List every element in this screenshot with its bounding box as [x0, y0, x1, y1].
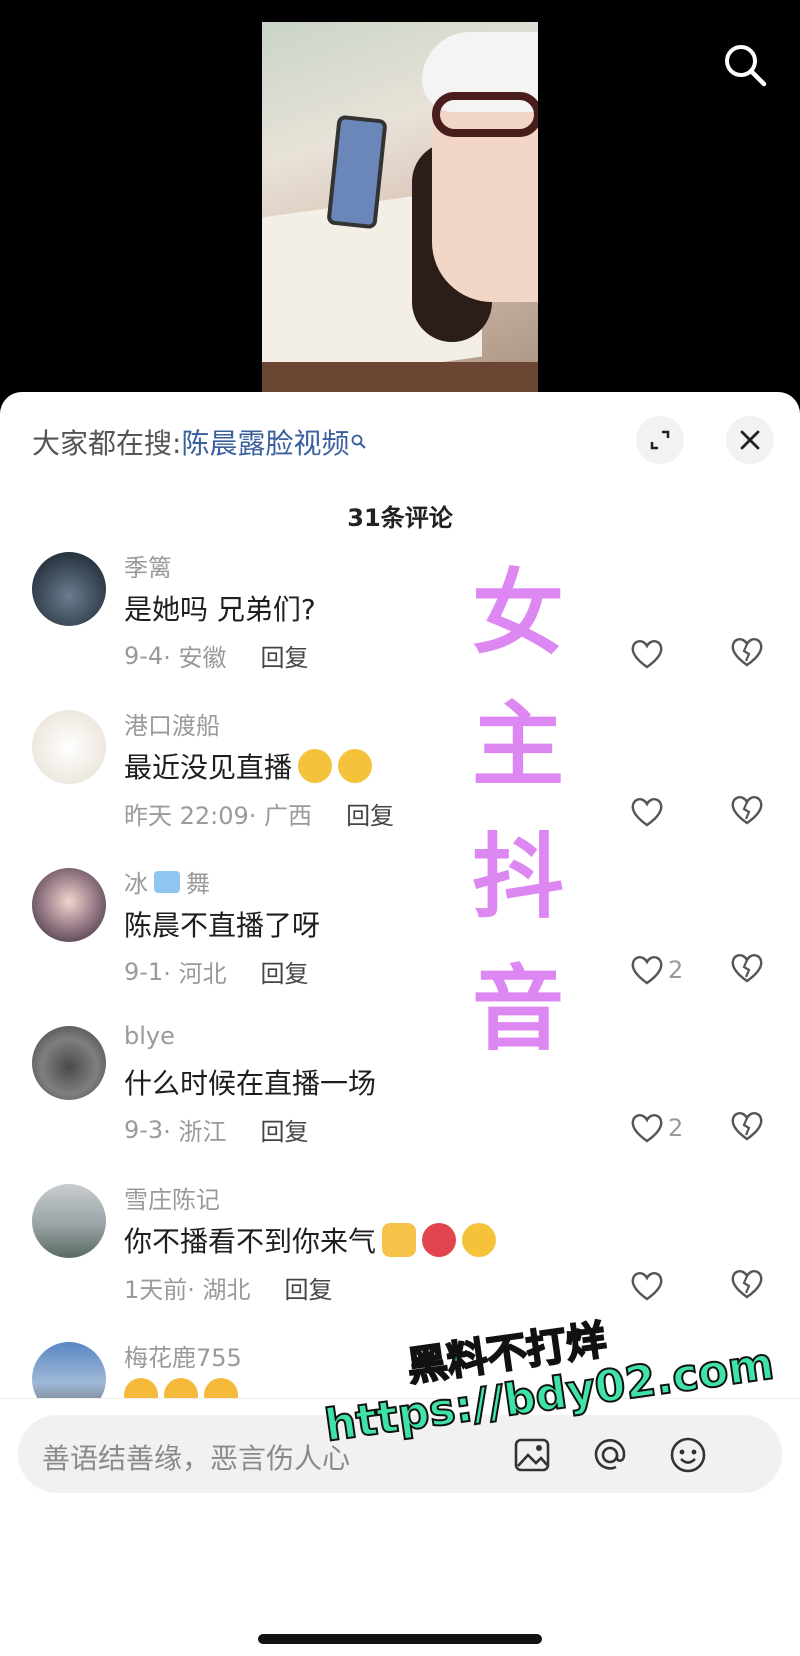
watermark-char: 音	[471, 956, 564, 1063]
like-button[interactable]	[630, 636, 668, 672]
comment-date: 9-4	[124, 641, 164, 670]
comment-text-content: 你不播看不到你来气	[124, 1225, 377, 1258]
username-text: 港口渡船	[124, 712, 220, 740]
comment-meta: 9-4 · 安徽 回复	[124, 638, 308, 673]
comment-input-placeholder: 善语结善缘，恶言伤人心	[42, 1442, 351, 1475]
dislike-button[interactable]	[730, 1110, 766, 1146]
username-text: 雪庄陈记	[124, 1186, 220, 1214]
reply-button[interactable]: 回复	[260, 638, 308, 673]
comment-meta: 1天前 · 湖北 回复	[124, 1270, 333, 1305]
watermark-char: 女	[471, 560, 564, 667]
dislike-button[interactable]	[730, 1268, 766, 1304]
comment-text: 什么时候在直播一场	[124, 1067, 377, 1100]
username-text: blye	[124, 1022, 175, 1050]
expand-icon	[650, 430, 670, 450]
hot-search-query[interactable]: 陈晨露脸视频	[181, 422, 349, 462]
broken-heart-icon	[731, 1270, 763, 1299]
reply-button[interactable]: 回复	[260, 954, 308, 989]
thinking-emoji-icon	[298, 749, 333, 783]
comment-username[interactable]: 港口渡船	[124, 706, 220, 741]
comment-username[interactable]: 冰 舞	[124, 864, 210, 899]
like-count: 2	[668, 1114, 684, 1142]
rose-emoji-icon	[422, 1223, 457, 1257]
comment-location: · 湖北	[187, 1276, 251, 1304]
broken-heart-icon	[731, 638, 763, 667]
like-count: 2	[668, 956, 684, 984]
comment-meta: 9-3 · 浙江 回复	[124, 1112, 308, 1147]
comment-username[interactable]: 季篱	[124, 548, 172, 583]
heart-icon	[631, 640, 663, 669]
like-button[interactable]: 2	[630, 952, 683, 988]
avatar[interactable]	[32, 710, 106, 784]
home-indicator[interactable]	[258, 1634, 542, 1644]
avatar[interactable]	[32, 1026, 106, 1100]
comment-date: 1天前	[124, 1276, 188, 1304]
finger-heart-emoji-icon	[382, 1223, 417, 1257]
laughing-emoji-icon	[462, 1223, 497, 1257]
search-button[interactable]	[722, 42, 768, 88]
thinking-emoji-icon	[338, 749, 373, 783]
comment-meta: 9-1 · 河北 回复	[124, 954, 308, 989]
expand-button[interactable]	[636, 416, 684, 464]
close-button[interactable]	[726, 416, 774, 464]
comment-date: 9-1	[124, 957, 164, 986]
emoji-icon	[670, 1437, 706, 1473]
comment-item: 季篱 是她吗 兄弟们? 9-4 · 安徽 回复	[0, 552, 800, 712]
username-suffix: 舞	[186, 870, 210, 898]
dislike-button[interactable]	[730, 952, 766, 988]
close-icon	[740, 430, 760, 450]
comment-date: 9-3	[124, 1115, 164, 1144]
comment-location: · 河北	[163, 960, 227, 988]
comment-text-content: 最近没见直播	[124, 751, 293, 784]
search-icon	[725, 45, 767, 87]
avatar[interactable]	[32, 1184, 106, 1258]
video-area[interactable]	[0, 0, 800, 410]
heart-icon	[631, 956, 663, 985]
comment-location: · 浙江	[163, 1118, 227, 1146]
dislike-button[interactable]	[730, 636, 766, 672]
comment-text: 是她吗 兄弟们?	[124, 593, 316, 626]
comment-location: · 安徽	[163, 644, 227, 672]
ice-cube-emoji-icon	[154, 870, 180, 893]
comment-item: blye 什么时候在直播一场 9-3 · 浙江 回复 2	[0, 1022, 800, 1186]
comment-username[interactable]: blye	[124, 1022, 175, 1050]
username-text: 季篱	[124, 554, 172, 582]
comment-meta: 昨天 22:09 · 广西 回复	[124, 796, 394, 831]
comment-count: 31条评论	[347, 504, 453, 532]
hot-search-prefix: 大家都在搜:	[32, 427, 182, 460]
video-scene-glasses	[432, 92, 538, 137]
like-button[interactable]	[630, 794, 668, 830]
emoji-button[interactable]	[668, 1435, 708, 1475]
broken-heart-icon	[731, 1112, 763, 1141]
video-thumbnail[interactable]	[262, 22, 538, 402]
username-text: 冰	[124, 870, 148, 898]
avatar[interactable]	[32, 552, 106, 626]
dislike-button[interactable]	[730, 794, 766, 830]
watermark-char: 抖	[471, 824, 564, 931]
like-button[interactable]: 2	[630, 1110, 683, 1146]
vertical-watermark: 女 主 抖 音	[468, 548, 568, 1076]
comment-item: 港口渡船 最近没见直播 昨天 22:09 · 广西 回复	[0, 710, 800, 870]
reply-button[interactable]: 回复	[346, 796, 394, 831]
heart-icon	[631, 798, 663, 827]
reply-button[interactable]: 回复	[285, 1270, 333, 1305]
heart-icon	[631, 1114, 663, 1143]
comment-text: 你不播看不到你来气	[124, 1220, 497, 1260]
comment-text: 陈晨不直播了呀	[124, 909, 321, 942]
comment-username[interactable]: 雪庄陈记	[124, 1180, 220, 1215]
hot-search[interactable]: 大家都在搜: 陈晨露脸视频	[32, 422, 367, 462]
sheet-header: 大家都在搜: 陈晨露脸视频	[0, 392, 800, 482]
username-text: 梅花鹿755	[124, 1344, 242, 1372]
broken-heart-icon	[731, 954, 763, 983]
comment-location: · 广西	[248, 802, 313, 830]
comment-text: 最近没见直播	[124, 746, 373, 786]
avatar[interactable]	[32, 868, 106, 942]
small-search-icon	[352, 434, 367, 449]
comment-username[interactable]: 梅花鹿755	[124, 1338, 242, 1373]
reply-button[interactable]: 回复	[260, 1112, 308, 1147]
watermark-char: 主	[471, 692, 564, 799]
comment-item: 冰 舞 陈晨不直播了呀 9-1 · 河北 回复 2	[0, 868, 800, 1028]
comment-date: 昨天 22:09	[124, 802, 249, 830]
broken-heart-icon	[731, 796, 763, 825]
